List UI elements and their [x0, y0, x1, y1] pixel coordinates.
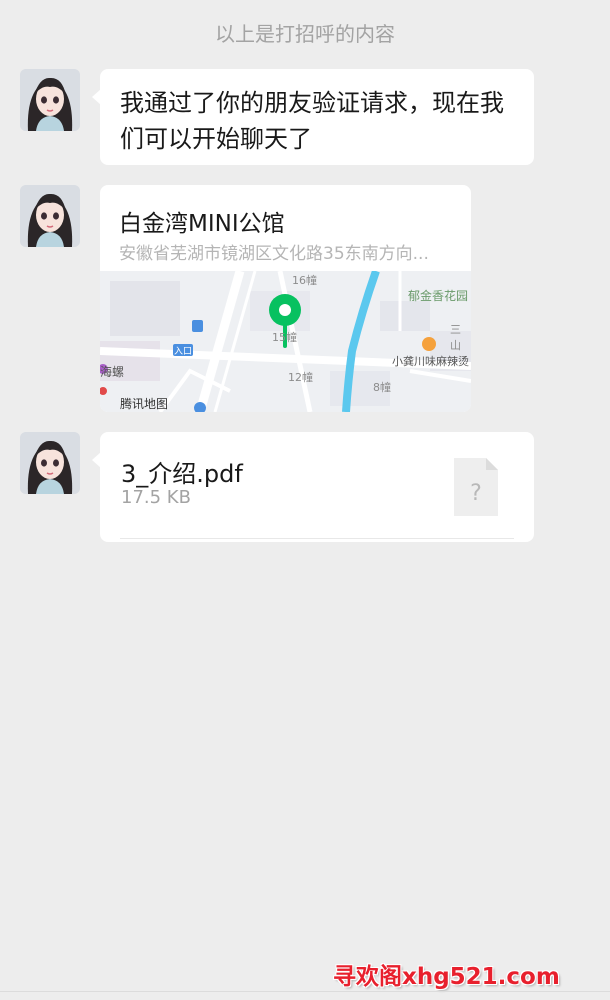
- map-label-16: 16幢: [292, 274, 317, 287]
- map-label-8: 8幢: [373, 381, 391, 394]
- map-label-landmark: 海螺: [100, 365, 125, 379]
- location-message-card[interactable]: 白金湾MINI公馆 安徽省芜湖市镜湖区文化路35东南方向... 16幢 郁金香花…: [100, 185, 471, 412]
- location-address: 安徽省芜湖市镜湖区文化路35东南方向...: [119, 244, 429, 264]
- avatar[interactable]: [20, 432, 80, 494]
- svg-text:?: ?: [470, 481, 482, 506]
- system-tip: 以上是打招呼的内容: [215, 22, 395, 46]
- avatar[interactable]: [20, 69, 80, 131]
- map-label-15: 15幢: [272, 331, 297, 344]
- avatar[interactable]: [20, 185, 80, 247]
- file-card-divider: [120, 538, 514, 539]
- map-label-three: 三山: [450, 323, 461, 352]
- message-text: 我通过了你的朋友验证请求，现在我们可以开始聊天了: [120, 89, 504, 153]
- map-label-garden: 郁金香花园: [408, 289, 469, 303]
- file-message-card[interactable]: 3_介绍.pdf 17.5 KB ?: [92, 432, 534, 542]
- file-size: 17.5 KB: [121, 487, 191, 508]
- unknown-file-icon: ?: [452, 456, 500, 522]
- text-message-bubble[interactable]: 我通过了你的朋友验证请求，现在我们可以开始聊天了: [92, 69, 534, 165]
- watermark: 寻欢阁xhg521.com: [333, 964, 560, 990]
- map-label-entrance: 入口: [174, 347, 193, 357]
- map-preview[interactable]: 16幢 郁金香花园 15幢 三山 入口 小龚川味麻辣烫 海螺 12幢 8幢 腾讯…: [100, 271, 471, 412]
- location-name: 白金湾MINI公馆: [119, 211, 285, 237]
- map-provider-logo: 腾讯地图: [120, 397, 169, 411]
- map-label-12: 12幢: [288, 371, 313, 384]
- bottom-divider: [0, 991, 610, 992]
- file-name: 3_介绍.pdf: [121, 460, 243, 488]
- map-label-restaurant: 小龚川味麻辣烫: [392, 355, 469, 368]
